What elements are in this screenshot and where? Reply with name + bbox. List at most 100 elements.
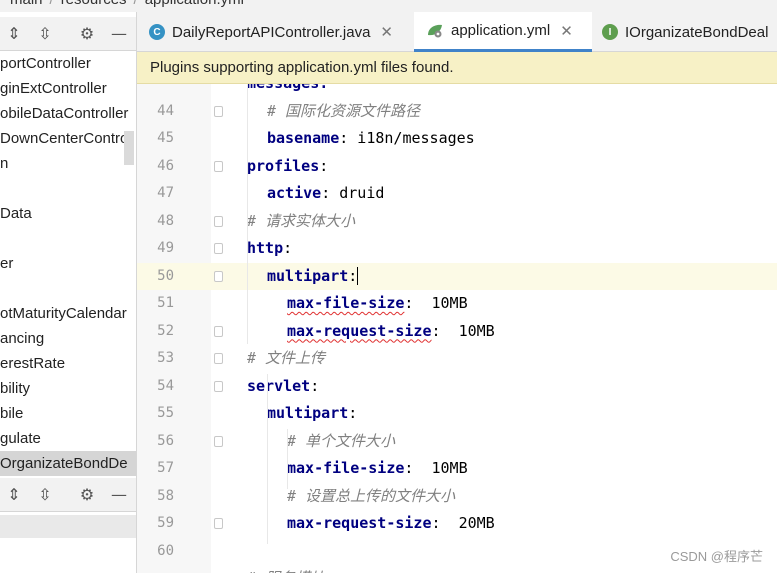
- tree-item[interactable]: DownCenterContro: [0, 126, 128, 151]
- line-number: 45: [157, 130, 174, 146]
- code-comment: # 文件上传: [247, 349, 326, 367]
- fold-marker-icon[interactable]: [214, 380, 223, 392]
- yaml-value: : i18n/messages: [339, 129, 475, 147]
- code-text: # 服务模块: [247, 565, 325, 573]
- tree-item[interactable]: otMaturityCalendar: [0, 301, 127, 326]
- yaml-value: : druid: [321, 184, 385, 202]
- code-line[interactable]: 52 max-request-size: 10MB: [137, 318, 777, 345]
- code-line[interactable]: messages:: [137, 84, 777, 97]
- tree-item[interactable]: n: [0, 151, 8, 176]
- line-number: 49: [157, 240, 174, 256]
- line-number: 55: [157, 405, 174, 421]
- line-number: 47: [157, 185, 174, 201]
- code-text: # 请求实体大小: [247, 208, 355, 235]
- banner-text: Plugins supporting application.yml files…: [150, 59, 454, 76]
- code-text: messages:: [247, 84, 328, 97]
- code-comment: # 设置总上传的文件大小: [287, 486, 456, 505]
- code-text: max-file-size: 10MB: [287, 290, 468, 317]
- code-line[interactable]: 47 active: druid: [137, 180, 777, 207]
- tree-item[interactable]: portController: [0, 51, 91, 76]
- code-line[interactable]: 53 # 文件上传: [137, 345, 777, 372]
- line-number: 53: [157, 350, 174, 366]
- code-line[interactable]: 51 max-file-size: 10MB: [137, 290, 777, 317]
- tree-item[interactable]: ginExtController: [0, 76, 107, 101]
- tab-daily-report-controller[interactable]: C DailyReportAPIController.java ✕: [137, 12, 414, 52]
- panel-empty-area: [0, 515, 136, 538]
- line-number: 56: [157, 432, 174, 449]
- breadcrumb-item-resources[interactable]: resources: [61, 0, 127, 8]
- code-line[interactable]: 56 # 单个文件大小: [137, 428, 777, 455]
- code-text: # 文件上传: [247, 345, 325, 372]
- code-line[interactable]: 55 multipart:: [137, 400, 777, 427]
- code-line[interactable]: 46 profiles:: [137, 153, 777, 180]
- fold-marker-icon[interactable]: [214, 353, 223, 364]
- yaml-value: : 10MB: [404, 459, 468, 477]
- tree-item[interactable]: Data: [0, 201, 32, 226]
- code-line[interactable]: # 服务模块: [137, 565, 777, 573]
- code-comment: # 国际化资源文件路径: [267, 101, 421, 120]
- code-text: # 设置总上传的文件大小: [287, 483, 455, 510]
- code-text: max-file-size: 10MB: [287, 455, 468, 482]
- code-line[interactable]: 45 basename: i18n/messages: [137, 125, 777, 152]
- yaml-key: basename: [267, 129, 340, 147]
- collapse-all-icon[interactable]: ⇳: [34, 24, 56, 44]
- tab-iorganizate-bond-deal[interactable]: I IOrganizateBondDeal: [592, 12, 777, 52]
- code-line[interactable]: 59 max-request-size: 20MB: [137, 510, 777, 537]
- indent-guide: [287, 429, 288, 489]
- yaml-value: : 10MB: [431, 321, 495, 340]
- fold-marker-icon[interactable]: [214, 243, 223, 254]
- tree-item[interactable]: gulate: [0, 426, 41, 451]
- tab-application-yml[interactable]: application.yml ✕: [414, 12, 592, 52]
- breadcrumb-item-file[interactable]: application.yml: [145, 0, 244, 8]
- breadcrumb-item-main[interactable]: main: [10, 0, 43, 8]
- code-line[interactable]: 58 # 设置总上传的文件大小: [137, 483, 777, 510]
- code-comment: # 请求实体大小: [247, 211, 356, 230]
- line-number: 58: [157, 487, 174, 504]
- fold-marker-icon[interactable]: [214, 160, 223, 172]
- code-text: max-request-size: 10MB: [287, 318, 495, 345]
- code-text: basename: i18n/messages: [267, 125, 475, 152]
- editor-tab-bar: C DailyReportAPIController.java ✕ applic…: [137, 12, 777, 52]
- fold-marker-icon[interactable]: [214, 105, 223, 117]
- code-text: max-request-size: 20MB: [287, 510, 495, 537]
- tree-scrollbar-thumb[interactable]: [124, 131, 134, 165]
- tree-item[interactable]: er: [0, 251, 13, 276]
- yaml-key: profiles: [247, 156, 320, 175]
- code-editor[interactable]: messages: 44 # 国际化资源文件路径 45 basename: i18n/m…: [137, 84, 777, 573]
- close-icon[interactable]: ✕: [380, 23, 393, 41]
- breadcrumb-separator: /: [134, 0, 138, 8]
- gear-icon[interactable]: ⚙: [76, 24, 98, 44]
- minimize-icon[interactable]: —: [108, 485, 130, 505]
- expand-all-icon[interactable]: ⇕: [3, 485, 25, 505]
- tree-item[interactable]: bile: [0, 401, 23, 426]
- gear-icon[interactable]: ⚙: [76, 485, 98, 505]
- code-line[interactable]: 48 # 请求实体大小: [137, 208, 777, 235]
- fold-marker-icon[interactable]: [214, 435, 223, 447]
- line-number: 46: [157, 157, 174, 174]
- fold-marker-icon[interactable]: [214, 518, 223, 529]
- code-line[interactable]: 44 # 国际化资源文件路径: [137, 98, 777, 125]
- tree-item[interactable]: OrganizateBondDe: [0, 451, 136, 476]
- fold-marker-icon[interactable]: [214, 270, 223, 282]
- fold-marker-icon[interactable]: [214, 325, 223, 337]
- tree-item[interactable]: ancing: [0, 326, 44, 351]
- tree-item[interactable]: obileDataController: [0, 101, 128, 126]
- yaml-key: multipart: [267, 404, 349, 422]
- code-line[interactable]: 54 servlet:: [137, 373, 777, 400]
- code-line[interactable]: 57 max-file-size: 10MB: [137, 455, 777, 482]
- tree-item[interactable]: bility: [0, 376, 30, 401]
- tab-label: DailyReportAPIController.java: [172, 23, 371, 41]
- yaml-value: :: [283, 239, 293, 257]
- yaml-key: multipart: [267, 266, 349, 285]
- code-line[interactable]: 49 http:: [137, 235, 777, 262]
- minimize-icon[interactable]: —: [108, 24, 130, 44]
- fold-marker-icon[interactable]: [214, 215, 223, 227]
- yaml-key: messages:: [247, 84, 328, 92]
- expand-all-icon[interactable]: ⇕: [3, 24, 25, 44]
- tree-item[interactable]: erestRate: [0, 351, 65, 376]
- close-icon[interactable]: ✕: [560, 22, 573, 40]
- collapse-all-icon[interactable]: ⇳: [34, 485, 56, 505]
- indent-guide: [247, 84, 248, 344]
- code-line[interactable]: 50 multipart:: [137, 262, 777, 290]
- yaml-value: :: [319, 156, 329, 175]
